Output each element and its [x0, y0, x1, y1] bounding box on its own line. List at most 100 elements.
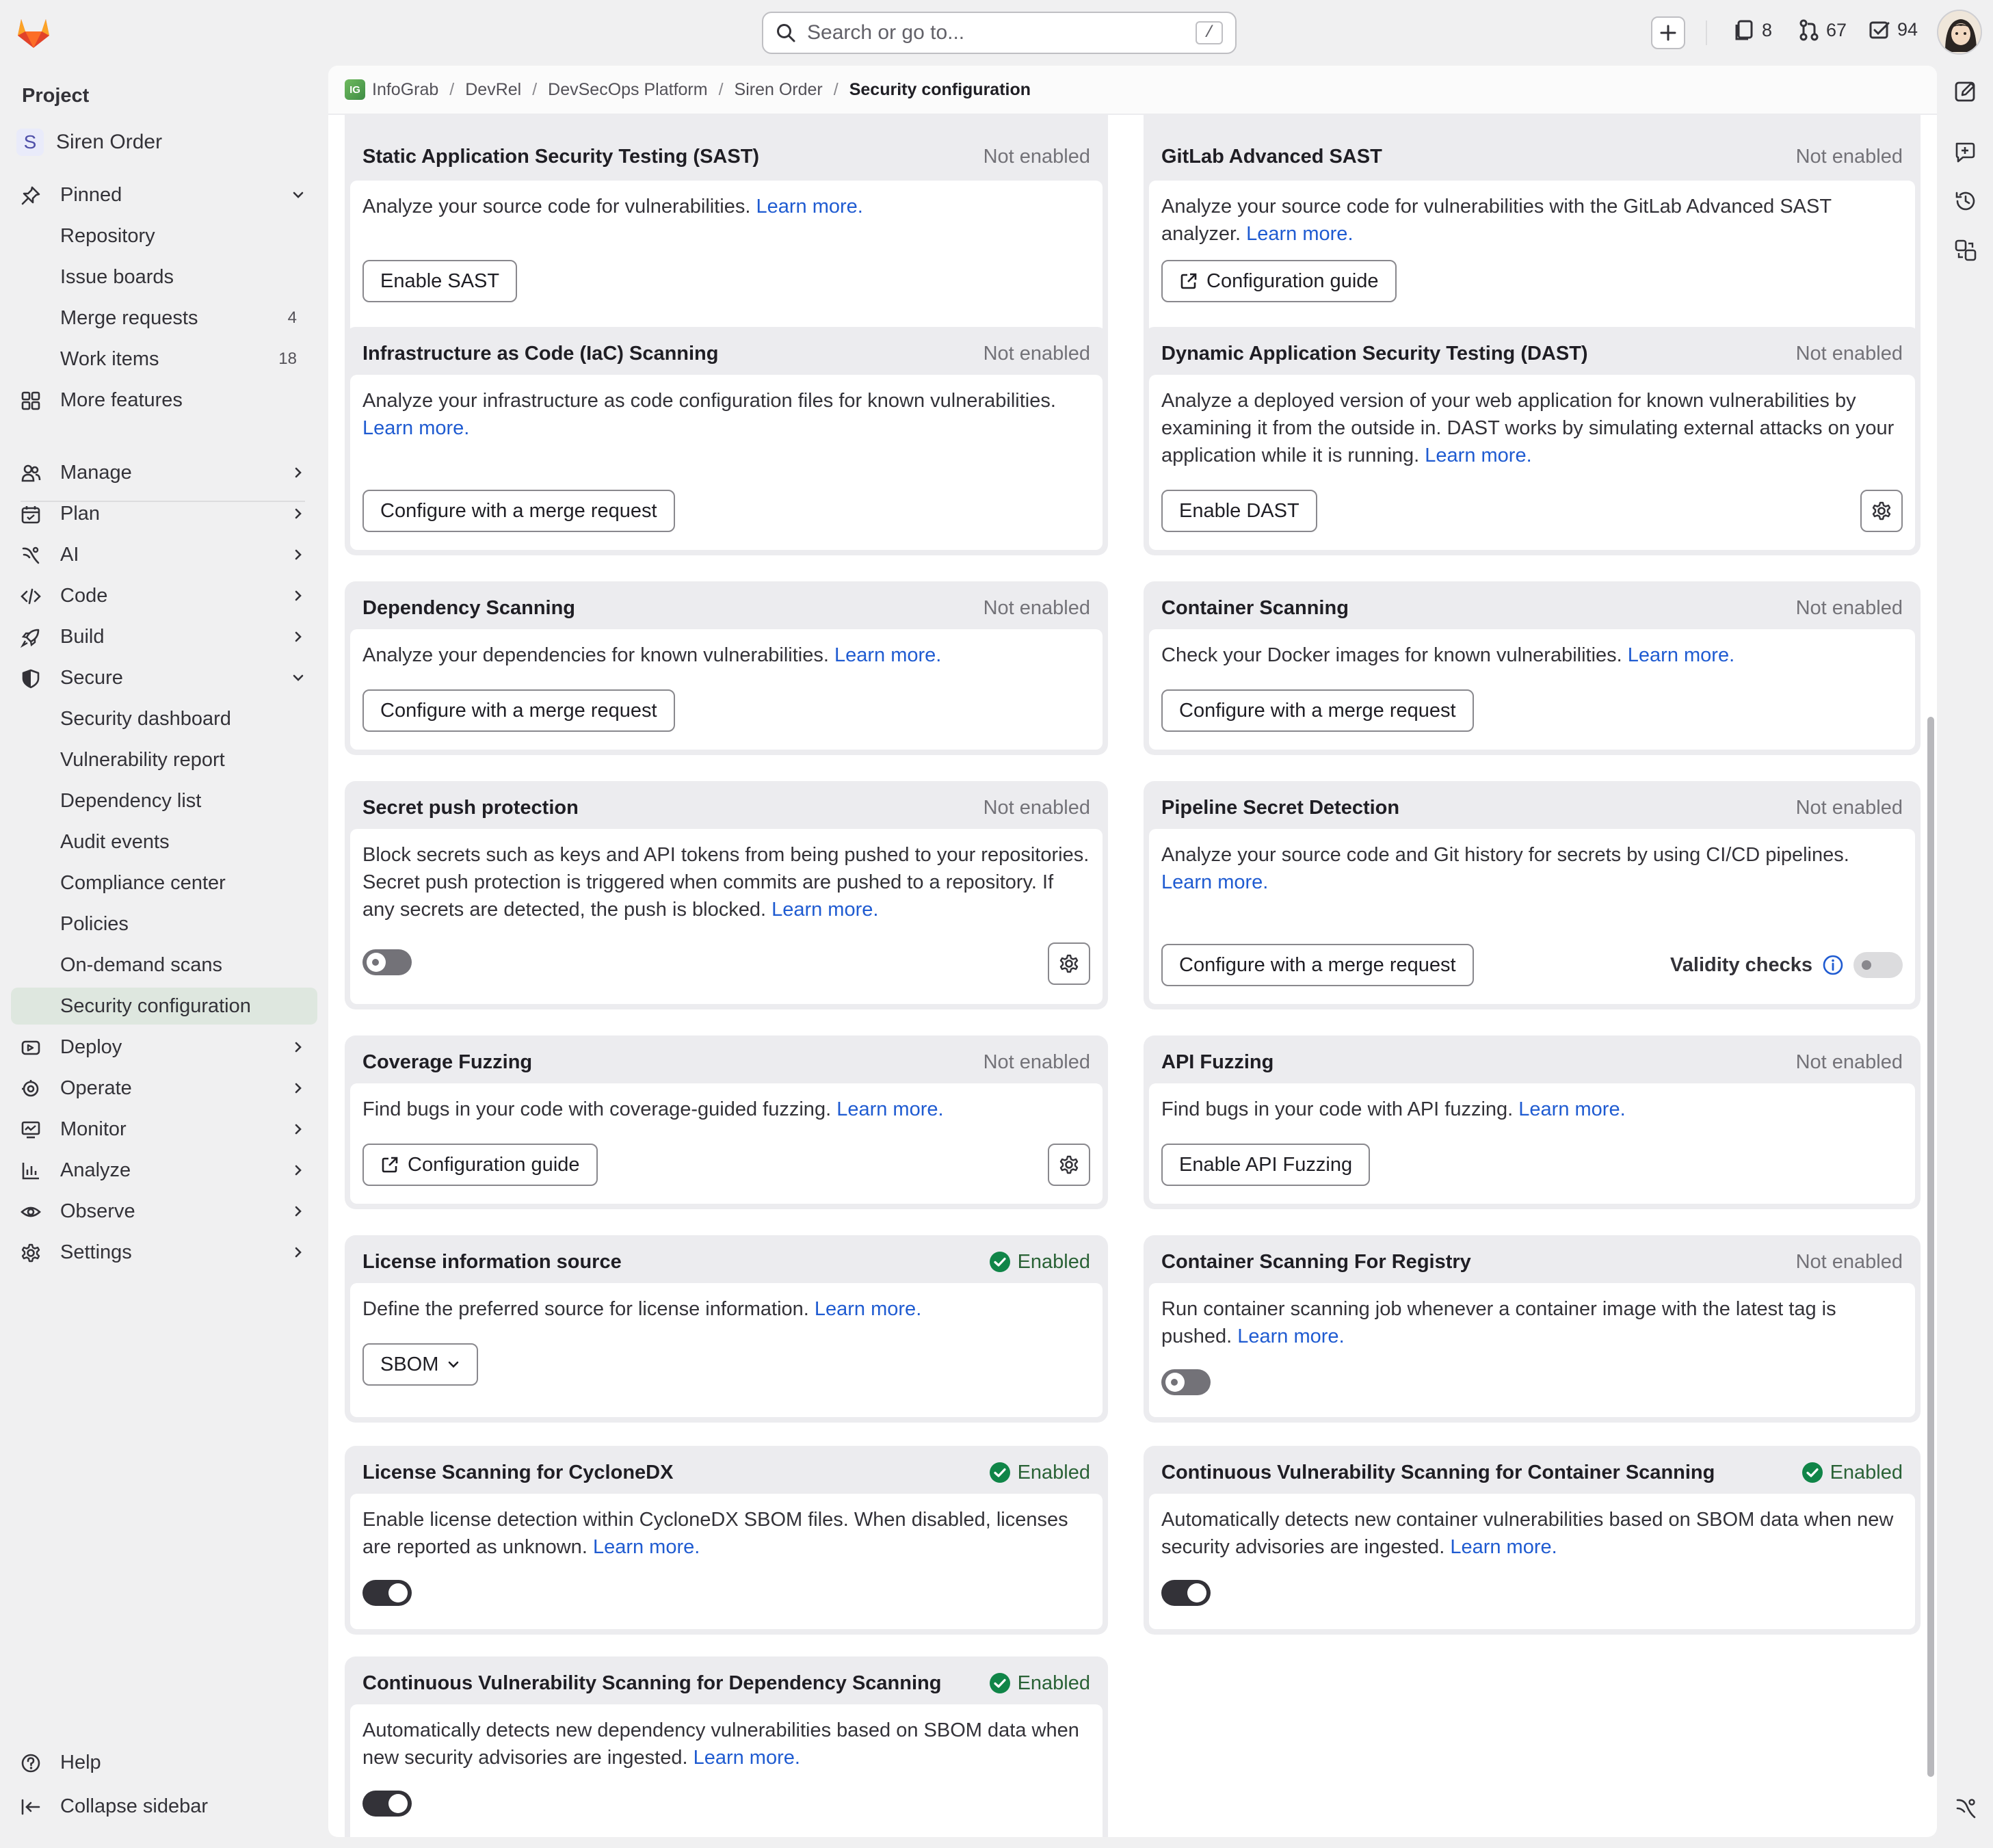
learn-more-link[interactable]: Learn more.	[1518, 1098, 1625, 1120]
sidebar-section-build[interactable]: Build	[11, 618, 317, 655]
cvs-container-scanning-toggle[interactable]	[1161, 1580, 1211, 1606]
configuration-guide-button[interactable]: Configuration guide	[1161, 260, 1397, 302]
learn-more-link[interactable]: Learn more.	[1450, 1536, 1557, 1558]
breadcrumb-item-devrel[interactable]: DevRel	[465, 80, 521, 100]
sidebar-section-code[interactable]: Code	[11, 577, 317, 614]
enable-api-fuzzing-button[interactable]: Enable API Fuzzing	[1161, 1144, 1371, 1186]
eye-icon	[21, 1206, 41, 1217]
configuration-guide-button[interactable]: Configuration guide	[362, 1144, 598, 1186]
sidebar-item-label: Manage	[60, 461, 132, 484]
breadcrumb-item-current[interactable]: Security configuration	[849, 80, 1031, 100]
sidebar-item-more-features[interactable]: More features	[11, 382, 317, 419]
learn-more-link[interactable]: Learn more.	[694, 1747, 800, 1769]
code-icon	[21, 588, 41, 605]
sidebar-section-pinned[interactable]: Pinned	[11, 176, 317, 213]
sidebar-item-security-dashboard[interactable]: Security dashboard	[11, 700, 317, 737]
sidebar-project-link[interactable]: S Siren Order	[16, 129, 162, 156]
card-coverage-fuzzing: Coverage Fuzzing Not enabled Find bugs i…	[345, 1035, 1108, 1209]
learn-more-link[interactable]: Learn more.	[1628, 644, 1734, 666]
configure-with-merge-request-button[interactable]: Configure with a merge request	[362, 689, 675, 732]
sidebar-item-audit-events[interactable]: Audit events	[11, 823, 317, 860]
issues-counter[interactable]: 8	[1734, 19, 1772, 41]
learn-more-link[interactable]: Learn more.	[1161, 871, 1268, 893]
configure-with-merge-request-button[interactable]: Configure with a merge request	[362, 490, 675, 532]
sidebar-item-dependency-list[interactable]: Dependency list	[11, 782, 317, 819]
sidebar-section-settings[interactable]: Settings	[11, 1234, 317, 1271]
scrollbar-thumb[interactable]	[1927, 717, 1934, 1777]
sidebar-item-policies[interactable]: Policies	[11, 906, 317, 942]
breadcrumb-separator: /	[833, 79, 839, 99]
check-circle-icon	[989, 1252, 1010, 1272]
compare-icon[interactable]	[1953, 238, 1978, 263]
web-ide-icon[interactable]	[1953, 79, 1978, 104]
sidebar-item-label: Deploy	[60, 1035, 122, 1058]
learn-more-link[interactable]: Learn more.	[1425, 445, 1531, 466]
card-title: Pipeline Secret Detection	[1161, 796, 1400, 819]
cloud-gear-icon	[22, 1080, 39, 1097]
sidebar-section-observe[interactable]: Observe	[11, 1193, 317, 1230]
sidebar-item-label: Code	[60, 584, 108, 607]
license-source-dropdown[interactable]: SBOM	[362, 1343, 479, 1386]
card-status: Not enabled	[1795, 1051, 1903, 1073]
learn-more-link[interactable]: Learn more.	[815, 1298, 921, 1320]
sidebar-item-security-configuration[interactable]: Security configuration	[11, 988, 317, 1025]
configure-with-merge-request-button[interactable]: Configure with a merge request	[1161, 689, 1474, 732]
chevron-right-icon	[295, 508, 302, 519]
sidebar-item-label: Observe	[60, 1200, 135, 1222]
enable-sast-button[interactable]: Enable SAST	[362, 260, 518, 302]
breadcrumb-item-devsecops-platform[interactable]: DevSecOps Platform	[548, 80, 707, 100]
info-icon[interactable]	[1822, 954, 1844, 976]
comment-icon[interactable]	[1953, 140, 1978, 164]
enable-dast-button[interactable]: Enable DAST	[1161, 490, 1317, 532]
cvs-dependency-scanning-toggle[interactable]	[362, 1791, 412, 1817]
secret-push-settings-button[interactable]	[1048, 942, 1090, 985]
learn-more-link[interactable]: Learn more.	[756, 196, 862, 217]
sidebar-section-deploy[interactable]: Deploy	[11, 1029, 317, 1066]
toggle-knob	[388, 1583, 408, 1602]
sidebar-section-secure[interactable]: Secure	[11, 659, 317, 696]
sidebar-item-help[interactable]: Help	[11, 1744, 317, 1781]
rocket-icon	[21, 629, 40, 648]
card-description: Find bugs in your code with coverage-gui…	[362, 1096, 1090, 1123]
learn-more-link[interactable]: Learn more.	[593, 1536, 700, 1558]
sidebar-item-merge-requests[interactable]: Merge requests 4	[11, 300, 317, 336]
learn-more-link[interactable]: Learn more.	[834, 644, 941, 666]
sidebar-section-manage[interactable]: Manage	[11, 454, 317, 491]
learn-more-link[interactable]: Learn more.	[1237, 1325, 1344, 1347]
sidebar-item-issue-boards[interactable]: Issue boards	[11, 259, 317, 295]
breadcrumb-item-siren-order[interactable]: Siren Order	[735, 80, 823, 100]
sidebar-item-work-items[interactable]: Work items 18	[11, 341, 317, 378]
learn-more-link[interactable]: Learn more.	[1246, 223, 1353, 245]
configure-with-merge-request-button[interactable]: Configure with a merge request	[1161, 944, 1474, 986]
coverage-fuzzing-settings-button[interactable]	[1048, 1144, 1090, 1186]
validity-checks-toggle[interactable]	[1853, 952, 1903, 978]
duo-chat-icon[interactable]	[1953, 1796, 1978, 1821]
learn-more-link[interactable]: Learn more.	[362, 417, 469, 439]
sidebar-section-plan[interactable]: Plan	[11, 495, 317, 532]
collapse-sidebar-button[interactable]: Collapse sidebar	[11, 1788, 317, 1825]
sidebar-item-label: Help	[60, 1751, 101, 1773]
learn-more-link[interactable]: Learn more.	[836, 1098, 943, 1120]
user-avatar[interactable]	[1937, 10, 1982, 55]
dast-settings-button[interactable]	[1860, 490, 1903, 532]
sidebar-section-ai[interactable]: AI	[11, 536, 317, 573]
create-new-button[interactable]	[1651, 16, 1685, 49]
sidebar-section-analyze[interactable]: Analyze	[11, 1152, 317, 1189]
breadcrumb-item-infograb[interactable]: IG InfoGrab	[345, 79, 438, 100]
secret-push-protection-toggle[interactable]	[362, 949, 412, 975]
card-description: Check your Docker images for known vulne…	[1161, 642, 1903, 669]
container-scanning-registry-toggle[interactable]	[1161, 1369, 1211, 1395]
license-scanning-cyclonedx-toggle[interactable]	[362, 1580, 412, 1606]
sidebar-section-monitor[interactable]: Monitor	[11, 1111, 317, 1148]
sidebar-item-vulnerability-report[interactable]: Vulnerability report	[11, 741, 317, 778]
sidebar-item-repository[interactable]: Repository	[11, 217, 317, 254]
gitlab-logo-icon[interactable]	[15, 14, 52, 49]
sidebar-section-operate[interactable]: Operate	[11, 1070, 317, 1107]
search-input[interactable]: Search or go to... /	[762, 12, 1237, 54]
sidebar-item-compliance-center[interactable]: Compliance center	[11, 864, 317, 901]
history-icon[interactable]	[1953, 189, 1978, 213]
learn-more-link[interactable]: Learn more.	[771, 899, 878, 921]
merge-requests-counter[interactable]: 67	[1799, 19, 1847, 41]
sidebar-item-on-demand-scans[interactable]: On-demand scans	[11, 947, 317, 984]
todos-counter[interactable]: 94	[1869, 19, 1918, 40]
